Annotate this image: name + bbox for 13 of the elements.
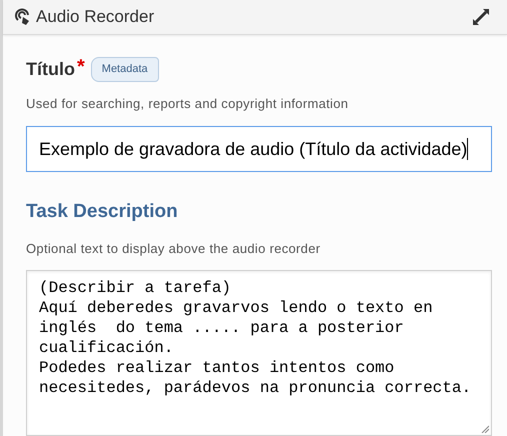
panel-title: Audio Recorder [36,6,154,28]
field-description: Optional text to display above the audio recorder [26,240,322,258]
audio-recorder-icon [15,8,31,26]
required-mark: * [76,56,85,76]
metadata-tag[interactable]: Metadata [90,57,159,82]
resize-grip-icon[interactable] [481,425,489,433]
field-label: Título [26,58,75,81]
text-caret [467,138,468,160]
expand-icon[interactable] [471,6,491,27]
title-input[interactable]: Exemplo de gravadora de audio (Título da actividade) [26,126,492,172]
task-textarea[interactable]: (Describir a tarefa) Aquí deberedes gravarvos lendo o texto en inglés do tema ..... para a posterior cualificación. Podedes realizar tantos intentos como necesitedes, parádevos na pronuncia correcta. [26,270,492,436]
field-description: Used for searching, reports and copyright information [26,94,350,113]
section-heading: Task Description [26,200,179,224]
